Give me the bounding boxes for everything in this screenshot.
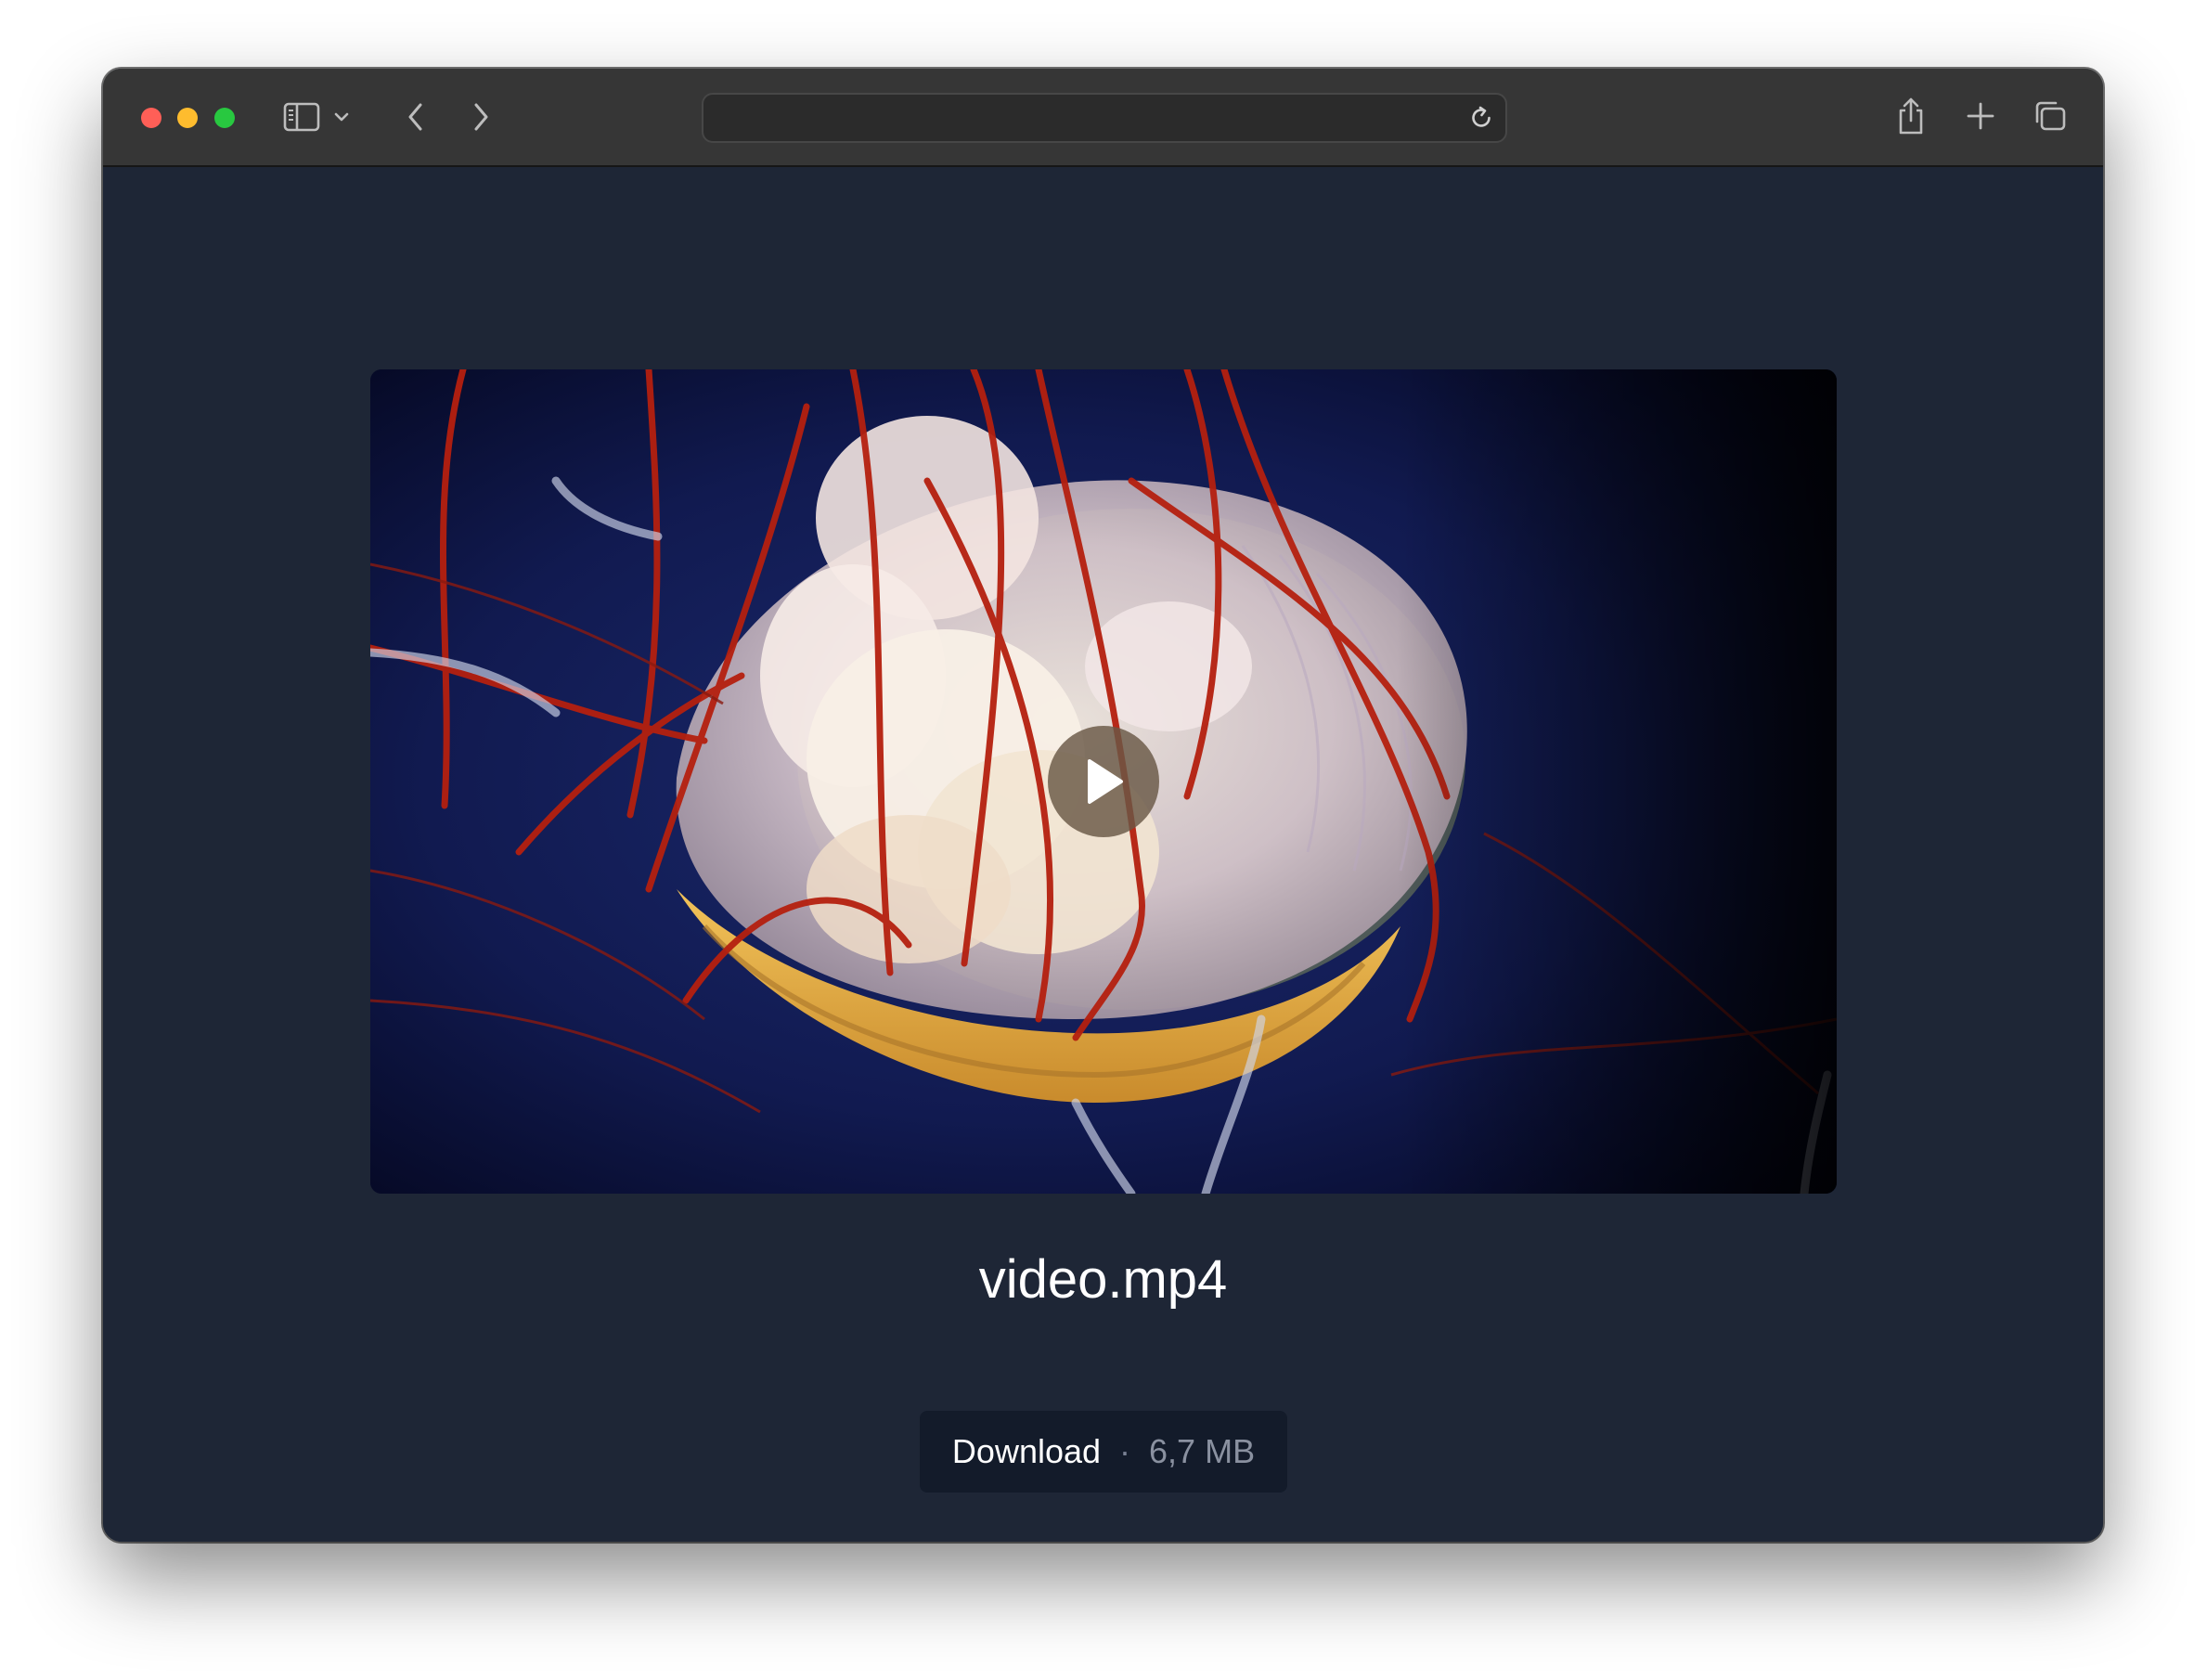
chevron-right-icon[interactable]: [467, 98, 495, 136]
browser-window: video.mp4 Download · 6,7 MB: [103, 69, 2103, 1542]
file-size: 6,7 MB: [1149, 1432, 1256, 1470]
browser-toolbar: [103, 69, 2103, 167]
reload-icon[interactable]: [1466, 103, 1496, 133]
play-button[interactable]: [1048, 726, 1159, 837]
plus-icon[interactable]: [1965, 100, 1996, 132]
file-name: video.mp4: [978, 1249, 1228, 1310]
video-player[interactable]: [370, 369, 1837, 1194]
chevron-down-icon[interactable]: [331, 106, 352, 128]
address-bar[interactable]: [702, 93, 1507, 143]
maximize-window-button[interactable]: [214, 108, 235, 128]
minimize-window-button[interactable]: [177, 108, 198, 128]
download-label: Download: [951, 1432, 1102, 1470]
tab-overview-icon[interactable]: [2032, 98, 2069, 134]
download-button[interactable]: Download · 6,7 MB: [920, 1411, 1287, 1493]
separator-dot: ·: [1119, 1432, 1131, 1470]
chevron-left-icon[interactable]: [402, 98, 430, 136]
share-icon[interactable]: [1894, 95, 1928, 137]
close-window-button[interactable]: [141, 108, 161, 128]
page-content: video.mp4 Download · 6,7 MB: [103, 167, 2103, 1542]
sidebar-icon[interactable]: [283, 100, 320, 134]
play-icon: [1088, 759, 1123, 804]
address-input[interactable]: [718, 95, 1446, 143]
